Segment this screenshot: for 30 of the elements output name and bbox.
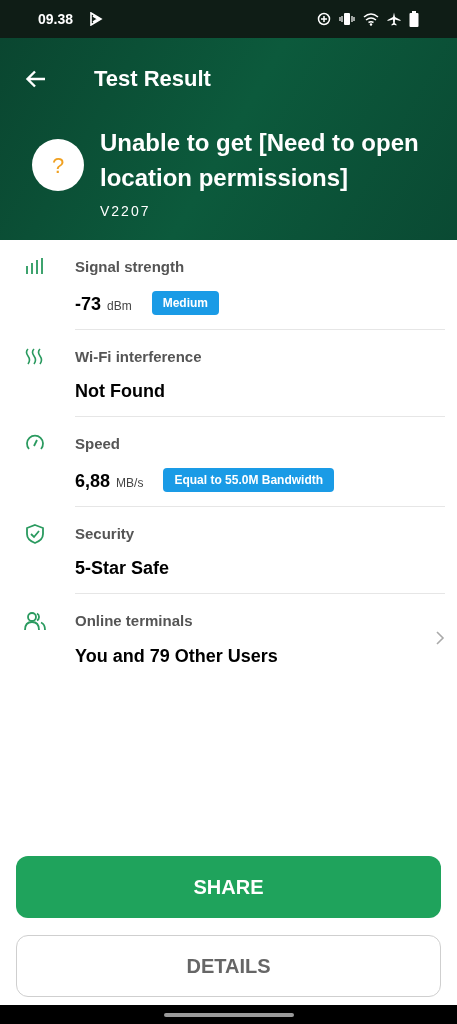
- item-label: Online terminals: [75, 611, 194, 631]
- page-title: Test Result: [94, 65, 211, 93]
- battery-icon: [409, 11, 419, 27]
- play-icon: [89, 12, 104, 26]
- item-value: 5-Star Safe: [75, 557, 170, 579]
- item-value: -73: [75, 292, 101, 315]
- home-indicator[interactable]: [163, 1012, 294, 1017]
- item-label: Signal strength: [75, 257, 186, 277]
- unit-label: MB/s: [116, 474, 144, 492]
- info-badge: Medium: [151, 290, 220, 315]
- status-time: 09.38: [38, 9, 74, 29]
- item-label: Security: [75, 523, 136, 544]
- info-badge: Equal to 55.0M Bandwidth: [163, 467, 335, 492]
- device-name: V2207: [100, 202, 152, 221]
- unit-label: dBm: [107, 297, 132, 315]
- unknown-status-icon: ?: [32, 139, 84, 191]
- details-button[interactable]: DETAILS: [16, 935, 441, 997]
- item-value: 6,88: [75, 469, 111, 492]
- airplane-icon: [387, 12, 401, 26]
- item-value: You and 79 Other Users: [75, 644, 278, 667]
- users-icon: [24, 610, 46, 632]
- result-headline: Unable to get [Need to open location permissions]: [100, 128, 420, 193]
- item-label: Wi-Fi interference: [75, 346, 203, 367]
- item-value: Not Found: [75, 380, 165, 402]
- vibrate-icon: [339, 12, 355, 26]
- item-label: Speed: [75, 434, 121, 454]
- data-saver-icon: [317, 12, 331, 26]
- share-button[interactable]: SHARE: [16, 856, 441, 918]
- shield-check-icon: [24, 522, 46, 545]
- wifi-icon: [363, 12, 379, 26]
